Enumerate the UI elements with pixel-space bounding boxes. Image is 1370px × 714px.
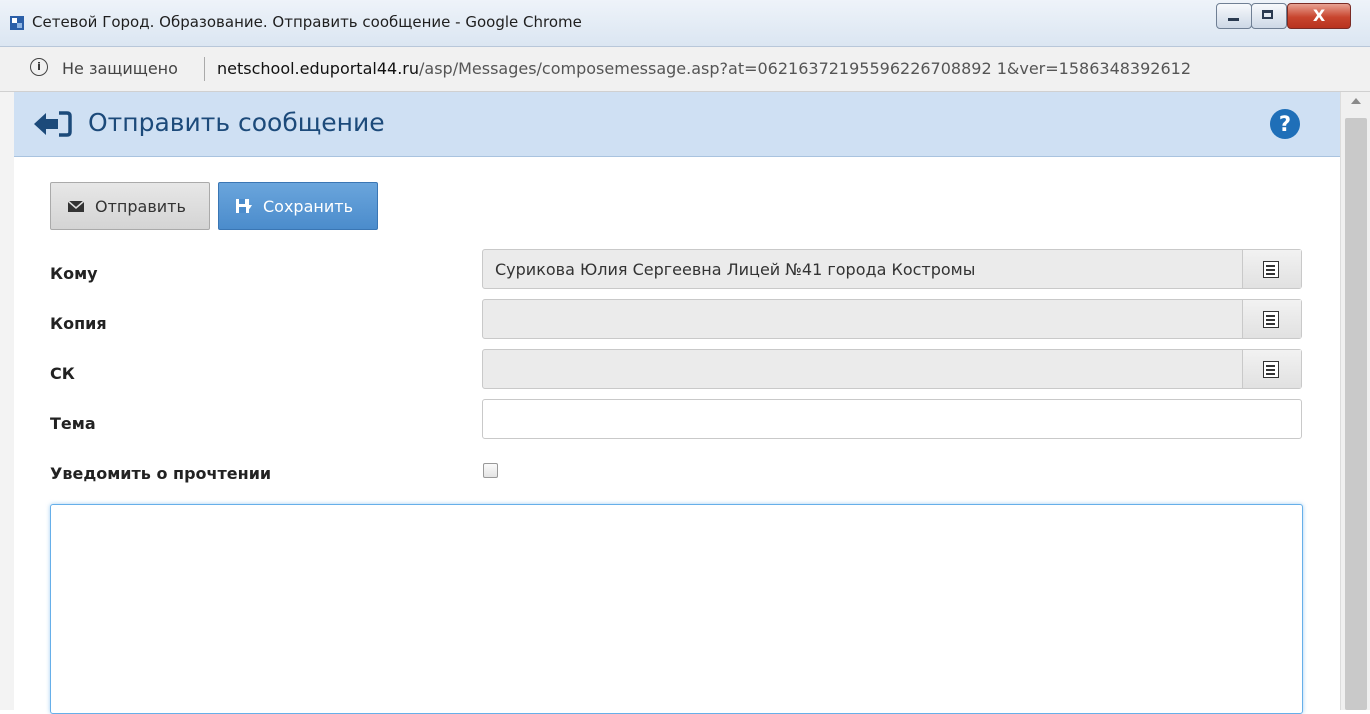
close-icon: X	[1312, 6, 1326, 25]
address-book-icon	[1263, 361, 1279, 378]
vertical-scrollbar[interactable]	[1340, 92, 1370, 710]
chrome-app-icon	[10, 16, 24, 30]
maximize-icon	[1262, 10, 1273, 19]
page-left-edge	[0, 92, 14, 710]
security-status[interactable]: Не защищено	[62, 59, 178, 78]
notify-read-checkbox[interactable]	[483, 463, 498, 478]
maximize-button[interactable]	[1251, 3, 1287, 29]
address-bar[interactable]: i Не защищено netschool.eduportal44.ru/a…	[0, 47, 1370, 92]
minimize-icon	[1228, 18, 1239, 21]
message-body-textarea[interactable]	[50, 504, 1303, 714]
address-book-icon	[1263, 261, 1279, 278]
url-path: /asp/Messages/composemessage.asp?at=0621…	[419, 59, 1191, 78]
cc-field[interactable]	[482, 299, 1302, 339]
help-icon[interactable]: ?	[1270, 109, 1300, 139]
cc-label: Копия	[50, 314, 107, 333]
to-field[interactable]: Сурикова Юлия Сергеевна Лицей №41 города…	[482, 249, 1302, 289]
save-icon	[236, 199, 252, 213]
to-value: Сурикова Юлия Сергеевна Лицей №41 города…	[495, 260, 976, 279]
bcc-field[interactable]	[482, 349, 1302, 389]
url-host: netschool.eduportal44.ru	[217, 59, 419, 78]
address-separator	[204, 57, 205, 81]
to-label: Кому	[50, 264, 98, 283]
close-window-button[interactable]: X	[1287, 3, 1351, 29]
url-text[interactable]: netschool.eduportal44.ru/asp/Messages/co…	[217, 59, 1191, 78]
send-button-label: Отправить	[95, 197, 186, 216]
subject-label: Тема	[50, 414, 96, 433]
address-book-icon	[1263, 311, 1279, 328]
notify-read-label: Уведомить о прочтении	[50, 464, 272, 483]
save-button[interactable]: Сохранить	[218, 182, 378, 230]
to-address-book-button[interactable]	[1242, 250, 1301, 288]
window-titlebar: Сетевой Город. Образование. Отправить со…	[0, 0, 1370, 47]
scroll-up-arrow-icon[interactable]	[1351, 98, 1361, 104]
back-arrow-icon[interactable]	[32, 110, 72, 138]
page-title: Отправить сообщение	[88, 108, 385, 137]
cc-address-book-button[interactable]	[1242, 300, 1301, 338]
save-button-label: Сохранить	[263, 197, 353, 216]
scrollbar-thumb[interactable]	[1345, 118, 1367, 710]
bcc-label: СК	[50, 364, 75, 383]
subject-input[interactable]	[482, 399, 1302, 439]
info-icon[interactable]: i	[30, 58, 48, 76]
minimize-button[interactable]	[1216, 3, 1252, 29]
send-button[interactable]: Отправить	[50, 182, 210, 230]
window-title: Сетевой Город. Образование. Отправить со…	[32, 13, 582, 31]
envelope-icon	[67, 200, 85, 212]
page-header: Отправить сообщение ?	[14, 92, 1340, 157]
bcc-address-book-button[interactable]	[1242, 350, 1301, 388]
